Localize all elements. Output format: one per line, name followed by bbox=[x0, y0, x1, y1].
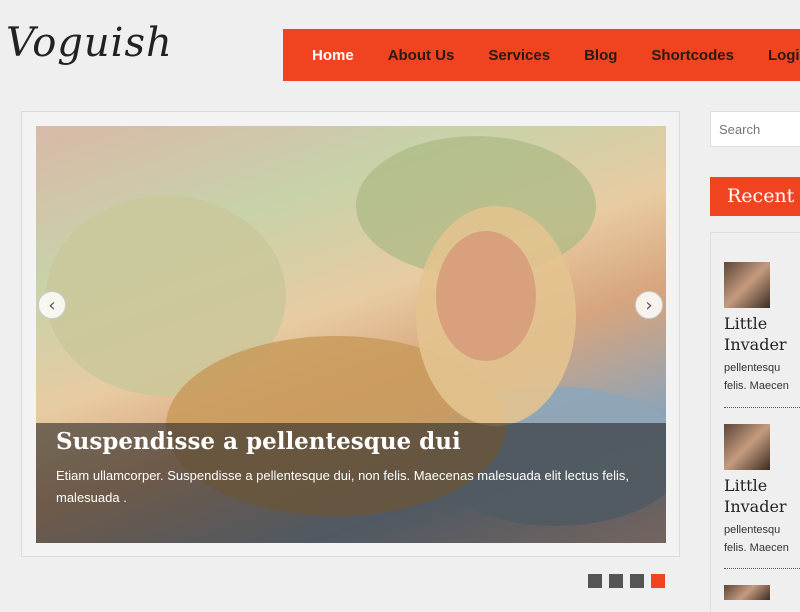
list-item: Little Invader pellentesqu felis. Maecen bbox=[724, 424, 800, 557]
post-title-line2[interactable]: Invader bbox=[724, 496, 800, 517]
main-navigation: Home About Us Services Blog Shortcodes L… bbox=[283, 29, 800, 81]
post-thumbnail[interactable] bbox=[724, 585, 770, 600]
nav-shortcodes[interactable]: Shortcodes bbox=[651, 47, 734, 64]
divider bbox=[724, 568, 800, 569]
slider-next-button[interactable]: › bbox=[635, 291, 663, 319]
post-excerpt-line1: pellentesqu bbox=[724, 362, 781, 374]
chevron-left-icon: ‹ bbox=[48, 294, 56, 316]
nav-services[interactable]: Services bbox=[488, 47, 550, 64]
list-item: Little Invader pellentesqu felis. Maecen bbox=[724, 262, 800, 395]
recent-posts-title: Recent P bbox=[710, 177, 800, 216]
post-title-line1[interactable]: Little bbox=[724, 313, 800, 334]
post-thumbnail[interactable] bbox=[724, 262, 770, 308]
post-title-line1[interactable]: Little bbox=[724, 475, 800, 496]
post-excerpt-line2: felis. Maecen bbox=[724, 380, 789, 392]
post-title-line2[interactable]: Invader bbox=[724, 334, 800, 355]
chevron-right-icon: › bbox=[645, 294, 653, 316]
list-item bbox=[724, 585, 800, 600]
post-excerpt-line2: felis. Maecen bbox=[724, 542, 789, 554]
pager-dot-1[interactable] bbox=[588, 574, 602, 588]
pager-dot-4[interactable] bbox=[651, 574, 665, 588]
slide-caption: Suspendisse a pellentesque dui Etiam ull… bbox=[36, 423, 666, 543]
divider bbox=[724, 407, 800, 408]
slider-pager bbox=[588, 574, 672, 588]
post-thumbnail[interactable] bbox=[724, 424, 770, 470]
nav-home[interactable]: Home bbox=[312, 47, 354, 64]
pager-dot-2[interactable] bbox=[609, 574, 623, 588]
slide-image: Suspendisse a pellentesque dui Etiam ull… bbox=[36, 126, 666, 543]
site-logo[interactable]: Voguish bbox=[6, 20, 173, 66]
post-excerpt-line1: pellentesqu bbox=[724, 524, 781, 536]
nav-blog[interactable]: Blog bbox=[584, 47, 617, 64]
slide-text: Etiam ullamcorper. Suspendisse a pellent… bbox=[56, 468, 630, 505]
nav-about-us[interactable]: About Us bbox=[388, 47, 455, 64]
slide-title[interactable]: Suspendisse a pellentesque dui bbox=[56, 428, 646, 455]
slider-prev-button[interactable]: ‹ bbox=[38, 291, 66, 319]
search-input[interactable] bbox=[710, 111, 800, 147]
pager-dot-3[interactable] bbox=[630, 574, 644, 588]
nav-login[interactable]: Login bbox=[768, 47, 800, 64]
